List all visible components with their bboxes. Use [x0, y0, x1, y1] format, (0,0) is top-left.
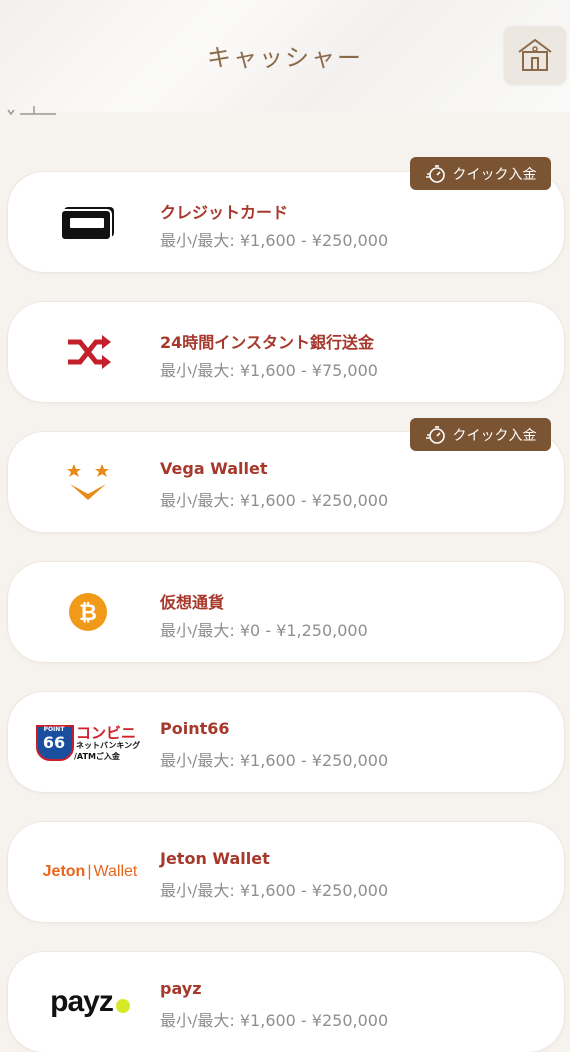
method-range: 最小/最大: ¥1,600 - ¥250,000 — [160, 231, 389, 250]
method-name: Point66 — [160, 719, 230, 738]
method-name: 24時間インスタント銀行送金 — [160, 333, 374, 352]
quick-deposit-badge[interactable]: クイック入金 — [410, 418, 551, 451]
header: キャッシャー — [0, 0, 570, 116]
svg-text:₿: ₿ — [79, 601, 97, 626]
method-range: 最小/最大: ¥0 - ¥1,250,000 — [160, 621, 368, 640]
method-name: クレジットカード — [160, 203, 289, 222]
payment-method-crypto[interactable]: ₿ 仮想通貨 最小/最大: ¥0 - ¥1,250,000 — [8, 562, 564, 662]
method-range: 最小/最大: ¥1,600 - ¥250,000 — [160, 1011, 389, 1030]
bitcoin-icon: ₿ — [69, 593, 107, 631]
method-name: Jeton Wallet — [160, 849, 270, 868]
method-range: 最小/最大: ¥1,600 - ¥75,000 — [160, 361, 378, 380]
method-name: 仮想通貨 — [160, 593, 225, 612]
jeton-wallet-logo: Jeton | Wallet — [42, 863, 138, 880]
payment-method-jeton-wallet[interactable]: Jeton | Wallet Jeton Wallet 最小/最大: ¥1,600 … — [8, 822, 564, 922]
header-decoration — [7, 106, 56, 116]
point66-logo: POINT 66 コンビニ ネットバンキング /ATMご入金 — [36, 722, 142, 762]
payment-method-payz[interactable]: payz payz 最小/最大: ¥1,600 - ¥250,000 — [8, 952, 564, 1052]
stopwatch-icon — [425, 425, 445, 444]
home-button[interactable] — [504, 26, 566, 84]
method-range: 最小/最大: ¥1,600 - ¥250,000 — [160, 881, 389, 900]
method-name: Vega Wallet — [160, 459, 268, 478]
quick-deposit-badge[interactable]: クイック入金 — [410, 157, 551, 190]
payz-logo: payz — [50, 985, 130, 1019]
payment-method-bank-transfer[interactable]: 24時間インスタント銀行送金 最小/最大: ¥1,600 - ¥75,000 — [8, 302, 564, 402]
method-name: payz — [160, 979, 202, 998]
method-range: 最小/最大: ¥1,600 - ¥250,000 — [160, 751, 389, 770]
credit-card-icon — [60, 207, 114, 240]
home-icon — [518, 38, 552, 71]
shuffle-icon — [68, 335, 111, 369]
method-range: 最小/最大: ¥1,600 - ¥250,000 — [160, 491, 389, 510]
payment-method-point66[interactable]: POINT 66 コンビニ ネットバンキング /ATMご入金 Point66 最… — [8, 692, 564, 792]
page-title: キャッシャー — [207, 44, 363, 72]
vega-wallet-icon — [67, 464, 109, 500]
stopwatch-icon — [425, 164, 445, 183]
